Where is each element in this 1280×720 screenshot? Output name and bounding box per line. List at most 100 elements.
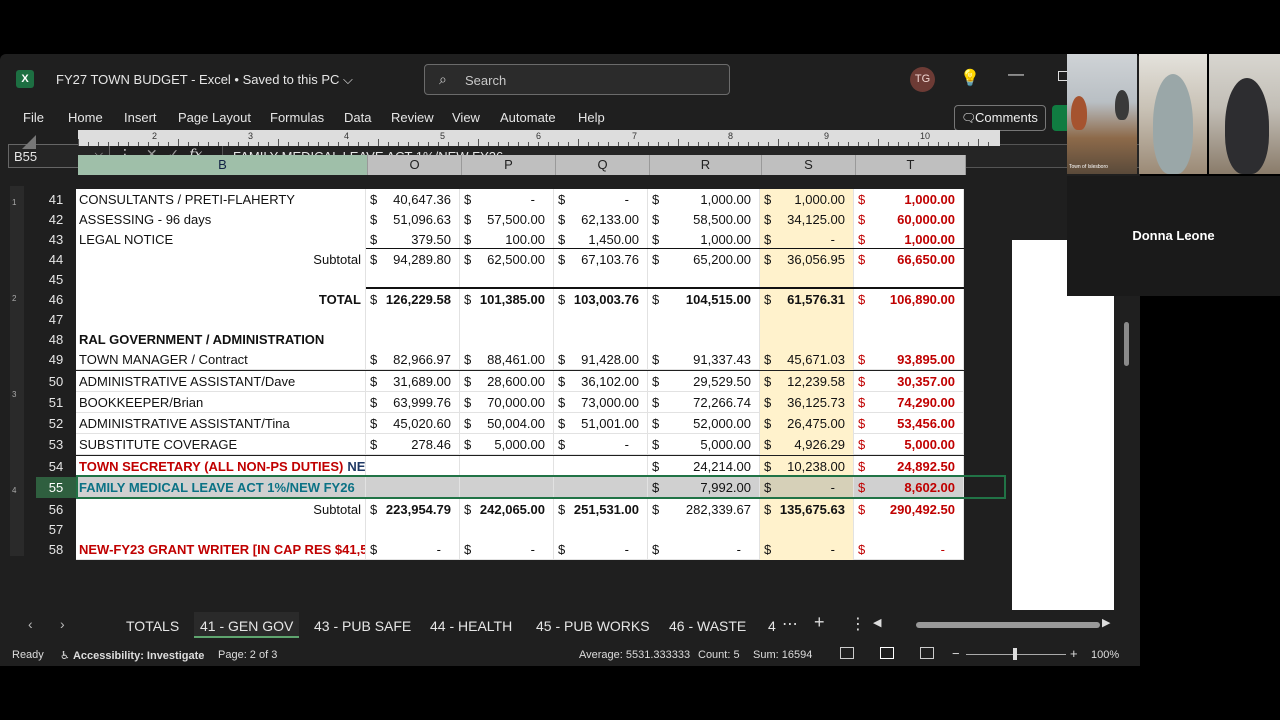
accessibility-status[interactable]: ♿ Accessibility: Investigate [60, 649, 204, 662]
cell-p[interactable]: $5,000.00 [460, 434, 554, 455]
video-tile-2[interactable] [1139, 54, 1207, 174]
scroll-right-icon[interactable]: ▶ [1102, 616, 1110, 629]
menu-data[interactable]: Data [344, 110, 371, 125]
menu-home[interactable]: Home [68, 110, 103, 125]
cell-q[interactable]: $62,133.00 [554, 209, 648, 230]
cell-b[interactable]: CONSULTANTS / PRETI-FLAHERTY [76, 189, 366, 210]
cell-b[interactable]: NEW-FY23 GRANT WRITER [IN CAP RES $41,5 [76, 539, 366, 560]
cell-t[interactable] [854, 329, 964, 350]
cell-t[interactable]: $5,000.00 [854, 434, 964, 455]
row-header[interactable]: 49 [36, 349, 76, 370]
cell-q[interactable]: $103,003.76 [554, 289, 648, 310]
cell-b[interactable]: LEGAL NOTICE [76, 229, 366, 250]
cell-p[interactable] [460, 519, 554, 540]
tab-overflow[interactable]: 4 [768, 618, 776, 634]
window-title[interactable]: FY27 TOWN BUDGET - Excel • Saved to this… [56, 72, 353, 88]
cell-p[interactable]: $100.00 [460, 229, 554, 250]
cell-r[interactable]: $ - [648, 539, 760, 560]
cell-t[interactable] [854, 519, 964, 540]
row-header[interactable]: 57 [36, 519, 76, 540]
cell-p[interactable]: $70,000.00 [460, 392, 554, 413]
cell-o[interactable]: $31,689.00 [366, 371, 460, 392]
cell-p[interactable]: $ - [460, 539, 554, 560]
cell-r[interactable]: $65,200.00 [648, 249, 760, 270]
menu-file[interactable]: File [23, 110, 44, 125]
cell-o[interactable]: $ - [366, 539, 460, 560]
column-header-t[interactable]: T [856, 155, 966, 175]
status-average[interactable]: Average: 5531.333333 [579, 649, 690, 661]
cell-s[interactable]: $1,000.00 [760, 189, 854, 210]
cell-t[interactable]: $24,892.50 [854, 456, 964, 477]
page-layout-view-icon[interactable] [880, 647, 894, 659]
cell-o[interactable] [366, 329, 460, 350]
lightbulb-icon[interactable]: 💡 [960, 68, 980, 88]
row-header[interactable]: 45 [36, 269, 76, 290]
cell-q[interactable]: $51,001.00 [554, 413, 648, 434]
cell-o[interactable]: $223,954.79 [366, 499, 460, 520]
cell-r[interactable]: $91,337.43 [648, 349, 760, 370]
cell-s[interactable]: $4,926.29 [760, 434, 854, 455]
cell-o[interactable] [366, 309, 460, 330]
cell-b[interactable]: ADMINISTRATIVE ASSISTANT/Dave [76, 371, 366, 392]
tab-totals[interactable]: TOTALS [126, 618, 179, 634]
cell-s[interactable]: $36,056.95 [760, 249, 854, 270]
cell-r[interactable]: $104,515.00 [648, 289, 760, 310]
cell-p[interactable] [460, 329, 554, 350]
column-header-s[interactable]: S [762, 155, 856, 175]
row-header[interactable]: 53 [36, 434, 76, 455]
cell-o[interactable] [366, 456, 460, 477]
cell-q[interactable] [554, 519, 648, 540]
cell-r[interactable]: $7,992.00 [648, 477, 760, 498]
cell-p[interactable] [460, 309, 554, 330]
cell-q[interactable]: $67,103.76 [554, 249, 648, 270]
status-count[interactable]: Count: 5 [698, 649, 740, 661]
status-sum[interactable]: Sum: 16594 [753, 649, 812, 661]
cell-q[interactable]: $1,450.00 [554, 229, 648, 250]
tab-next-icon[interactable]: › [60, 616, 65, 632]
cell-q[interactable] [554, 329, 648, 350]
row-header[interactable]: 43 [36, 229, 76, 250]
cell-b[interactable]: FAMILY MEDICAL LEAVE ACT 1%/NEW FY26 [76, 477, 366, 498]
cell-r[interactable]: $72,266.74 [648, 392, 760, 413]
column-header-r[interactable]: R [650, 155, 762, 175]
video-tile-1[interactable]: Town of Islesboro [1067, 54, 1137, 174]
cell-t[interactable]: $53,456.00 [854, 413, 964, 434]
cell-q[interactable] [554, 309, 648, 330]
cell-p[interactable] [460, 456, 554, 477]
cell-s[interactable]: $ - [760, 539, 854, 560]
cell-b[interactable]: Subtotal [76, 499, 366, 520]
row-header[interactable]: 47 [36, 309, 76, 330]
cell-b[interactable]: TOWN SECRETARY (ALL NON-PS DUTIES)NEW [76, 456, 366, 477]
cell-p[interactable]: $28,600.00 [460, 371, 554, 392]
cell-q[interactable]: $ - [554, 189, 648, 210]
add-sheet-icon[interactable]: + [814, 612, 825, 633]
row-header[interactable]: 41 [36, 189, 76, 210]
row-header[interactable]: 51 [36, 392, 76, 413]
menu-page-layout[interactable]: Page Layout [178, 110, 251, 125]
row-header[interactable]: 55 [36, 477, 76, 498]
cell-b[interactable]: ADMINISTRATIVE ASSISTANT/Tina [76, 413, 366, 434]
cell-r[interactable] [648, 309, 760, 330]
cell-s[interactable]: $10,238.00 [760, 456, 854, 477]
cell-b[interactable]: TOTAL [76, 289, 366, 310]
comments-button[interactable]: 🗨 Comments [954, 105, 1046, 131]
cell-r[interactable]: $52,000.00 [648, 413, 760, 434]
cell-r[interactable]: $1,000.00 [648, 189, 760, 210]
scroll-left-icon[interactable]: ◀ [873, 616, 881, 629]
cell-b[interactable]: Subtotal [76, 249, 366, 270]
tab-health[interactable]: 44 - HEALTH [430, 618, 512, 634]
cell-q[interactable]: $36,102.00 [554, 371, 648, 392]
tab-pub-works[interactable]: 45 - PUB WORKS [536, 618, 650, 634]
page-break-view-icon[interactable] [920, 647, 934, 659]
cell-t[interactable]: $106,890.00 [854, 289, 964, 310]
cell-p[interactable]: $88,461.00 [460, 349, 554, 370]
cell-s[interactable]: $26,475.00 [760, 413, 854, 434]
cell-o[interactable] [366, 519, 460, 540]
zoom-in-icon[interactable]: + [1070, 646, 1078, 661]
row-header[interactable]: 42 [36, 209, 76, 230]
row-header[interactable]: 50 [36, 371, 76, 392]
cell-s[interactable]: $34,125.00 [760, 209, 854, 230]
cell-o[interactable]: $45,020.60 [366, 413, 460, 434]
column-header-p[interactable]: P [462, 155, 556, 175]
zoom-level[interactable]: 100% [1091, 649, 1119, 661]
